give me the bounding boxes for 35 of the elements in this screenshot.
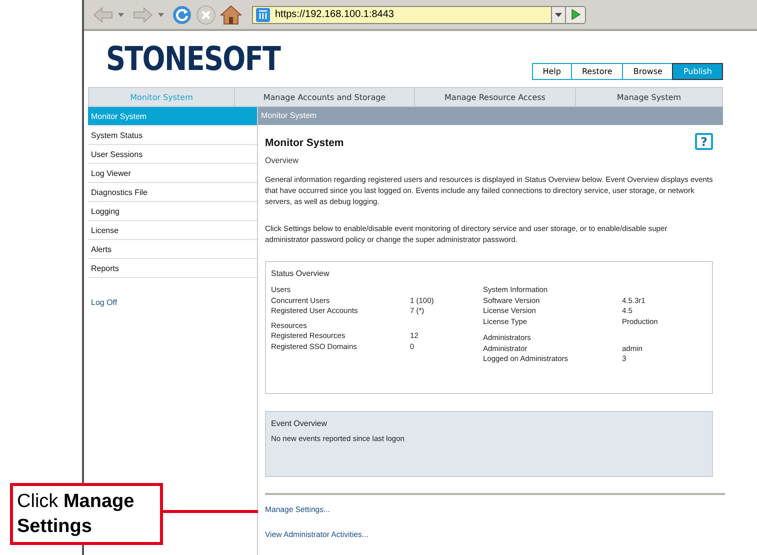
log-off-link[interactable]: Log Off [91,298,118,307]
address-field[interactable]: https://192.168.100.1:8443 [252,6,552,24]
sidebar-item[interactable]: System Status [88,126,257,145]
nav-tab[interactable]: Manage Resource Access [415,88,576,106]
sidebar-item[interactable]: Diagnostics File [88,183,257,202]
sidebar-item[interactable]: Reports [88,259,257,278]
sidebar-item[interactable]: Log Viewer [88,164,257,183]
panel-title: Event Overview [271,419,328,428]
go-button[interactable] [566,6,586,24]
forward-icon[interactable] [132,4,154,24]
logo: STONESOFT [106,41,280,77]
header-button[interactable]: Restore [570,63,624,80]
breadcrumb-bar: Monitor System [258,107,723,125]
caret-icon [555,12,562,16]
dropdown-arrow-icon[interactable] [158,12,164,16]
callout-text: Click Manage Settings [17,491,134,537]
sidebar-item[interactable]: License [88,221,257,240]
page-icon [256,8,270,22]
refresh-icon[interactable] [172,4,192,24]
sidebar-item[interactable]: Alerts [88,240,257,259]
section-subtitle: Overview [265,156,300,165]
home-icon[interactable] [220,4,242,24]
play-icon [570,9,580,20]
dropdown-arrow-icon[interactable] [118,12,124,16]
address-dropdown[interactable] [552,6,566,24]
header-button[interactable]: Browse [622,63,674,80]
header-button[interactable]: Help [532,63,572,80]
nav-tab[interactable]: Manage Accounts and Storage [235,88,415,106]
page-title: Monitor System [265,137,344,149]
nav-tab[interactable]: Manage System [576,88,722,106]
sidebar-item[interactable]: User Sessions [88,145,257,164]
panel-title: Status Overview [271,269,330,278]
sidebar-item[interactable]: Logging [88,202,257,221]
help-button[interactable]: ? [695,133,713,150]
back-icon[interactable] [92,4,114,24]
